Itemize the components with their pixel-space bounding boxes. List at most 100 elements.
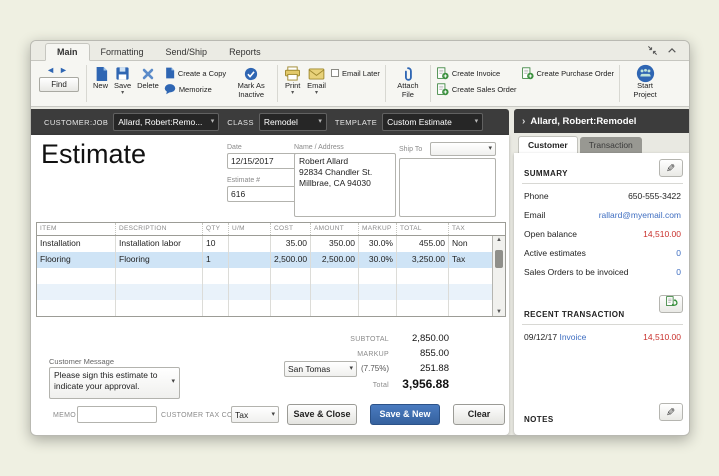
create-a-copy-button[interactable]: Create a Copy [164, 66, 226, 80]
summary-title: SUMMARY [524, 169, 568, 178]
class-dropdown[interactable]: Remodel ▾ [258, 113, 327, 131]
email-envelope-icon [308, 65, 325, 82]
column-header: AMOUNT [310, 223, 358, 235]
email-button[interactable]: Email ▾ [304, 63, 329, 104]
customer-job-dropdown[interactable]: Allard, Robert:Remo... ▾ [113, 113, 220, 131]
table-scrollbar[interactable]: ▲ ▼ [492, 236, 505, 316]
tab-customer[interactable]: Customer [518, 136, 578, 153]
page-title: Estimate [41, 139, 147, 169]
sales-orders-value[interactable]: 0 [676, 267, 681, 277]
scrollbar-thumb[interactable] [495, 250, 503, 268]
chevron-down-icon: ▾ [474, 118, 479, 125]
start-project-button[interactable]: Start Project [623, 63, 667, 104]
chevron-down-icon: ▾ [318, 118, 322, 125]
email-link[interactable]: rallard@myemail.com [599, 210, 681, 220]
table-row-selected[interactable]: Flooring Flooring 1 2,500.00 2,500.00 30… [37, 252, 505, 268]
table-row[interactable]: Installation Installation labor 10 35.00… [37, 236, 505, 252]
email-later-checkbox[interactable]: Email Later [330, 66, 380, 80]
create-invoice-button[interactable]: Create Invoice [436, 66, 517, 80]
history-arrows-icon[interactable]: ◄► [46, 65, 72, 75]
active-estimates-value[interactable]: 0 [676, 248, 681, 258]
ship-to-label: Ship To [399, 146, 423, 153]
save-floppy-icon [115, 65, 130, 82]
print-button[interactable]: Print ▾ [281, 63, 304, 104]
column-header: TAX [448, 223, 492, 235]
open-balance-value[interactable]: 14,510.00 [643, 229, 681, 239]
tab-transaction[interactable]: Transaction [579, 137, 642, 153]
save-button[interactable]: Save ▾ [111, 63, 134, 104]
find-group: ◄► Find [35, 63, 83, 104]
table-row-empty[interactable] [37, 284, 505, 300]
estimate-number-label: Estimate # [227, 177, 261, 184]
customer-message-dropdown[interactable]: Please sign this estimate to indicate yo… [49, 367, 180, 399]
transaction-report-button[interactable] [659, 295, 683, 313]
transaction-date: 09/12/17 [524, 332, 558, 342]
memo-input[interactable] [77, 406, 157, 423]
total-label: Total [372, 382, 389, 389]
table-row-empty[interactable] [37, 300, 505, 316]
pencil-icon: ✎ [666, 406, 676, 419]
create-sales-order-button[interactable]: Create Sales Order [436, 82, 517, 96]
customer-panel: › Allard, Robert:Remodel Customer Transa… [514, 109, 689, 435]
template-label: TEMPLATE [334, 117, 378, 127]
invoice-link[interactable]: Invoice [559, 332, 586, 342]
chevron-up-icon[interactable] [667, 47, 677, 54]
column-header: TOTAL [396, 223, 448, 235]
paperclip-icon [403, 65, 413, 82]
panel-tabs: Customer Transaction [514, 133, 689, 153]
save-close-button[interactable]: Save & Close [287, 404, 357, 425]
create-purchase-order-button[interactable]: Create Purchase Order [521, 66, 614, 80]
edit-notes-button[interactable]: ✎ [659, 403, 683, 421]
copy-document-icon [164, 67, 175, 79]
name-address-box[interactable]: Robert Allard 92834 Chandler St. Millbra… [294, 153, 396, 217]
memorize-button[interactable]: Memorize [164, 82, 226, 96]
column-header: ITEM [40, 225, 57, 232]
name-address-label: Name / Address [294, 144, 344, 151]
delete-x-icon [141, 65, 155, 82]
clear-button[interactable]: Clear [453, 404, 505, 425]
tax-dropdown[interactable]: San Tomas ▾ [284, 361, 357, 377]
collapse-ribbon-icon[interactable] [647, 45, 658, 56]
line-items-table: ITEM DESCRIPTION QTY U/M COST AMOUNT MAR… [36, 222, 506, 317]
estimate-window: Main Formatting Send/Ship Reports ◄► Fin… [30, 40, 690, 436]
checkbox-icon [330, 69, 339, 77]
ship-to-box[interactable] [399, 158, 496, 217]
new-button[interactable]: New [90, 63, 111, 104]
start-project-people-icon [636, 64, 655, 83]
save-new-button[interactable]: Save & New [370, 404, 440, 425]
invoice-doc-icon [436, 66, 449, 80]
scroll-down-icon[interactable]: ▼ [493, 309, 505, 315]
window-content: CUSTOMER:JOB Allard, Robert:Remo... ▾ CLA… [31, 107, 689, 435]
column-header: DESCRIPTION [115, 223, 202, 235]
summary-row-phone: Phone 650-555-3422 [524, 191, 681, 201]
template-dropdown[interactable]: Custom Estimate ▾ [382, 113, 484, 131]
panel-body: ✎ SUMMARY Phone 650-555-3422 Email rallard… [514, 153, 689, 435]
ship-to-dropdown[interactable]: ▾ [430, 142, 496, 156]
class-label: CLASS [227, 117, 254, 127]
tab-send-ship[interactable]: Send/Ship [155, 44, 219, 60]
attach-file-button[interactable]: Attach File [389, 63, 427, 104]
chevron-right-icon: › [522, 115, 526, 127]
scroll-up-icon[interactable]: ▲ [493, 237, 505, 243]
chevron-down-icon: ▾ [271, 410, 275, 418]
mark-as-inactive-button[interactable]: Mark As Inactive [228, 63, 274, 104]
customer-tax-code-dropdown[interactable]: Tax ▾ [231, 406, 279, 423]
new-document-icon [94, 65, 108, 82]
find-button[interactable]: Find [39, 77, 79, 92]
purchase-order-doc-icon [521, 66, 534, 80]
tab-reports[interactable]: Reports [218, 44, 272, 60]
chevron-down-icon: ▾ [210, 118, 215, 125]
create-docs-group: Create Invoice Create Sales Order [434, 63, 519, 104]
total-value: 3,956.88 [402, 377, 449, 391]
tab-main[interactable]: Main [45, 43, 90, 61]
panel-header[interactable]: › Allard, Robert:Remodel [514, 109, 689, 133]
markup-value: 855.00 [419, 348, 449, 359]
subtotal-label: SUBTOTAL [350, 336, 389, 343]
delete-button[interactable]: Delete [134, 63, 162, 104]
column-header: MARKUP [358, 223, 396, 235]
memorize-bubble-icon [164, 83, 176, 95]
tab-formatting[interactable]: Formatting [90, 44, 155, 60]
email-later-group: Email Later [329, 63, 382, 104]
edit-summary-button[interactable]: ✎ [659, 159, 683, 177]
table-row-empty[interactable] [37, 268, 505, 284]
